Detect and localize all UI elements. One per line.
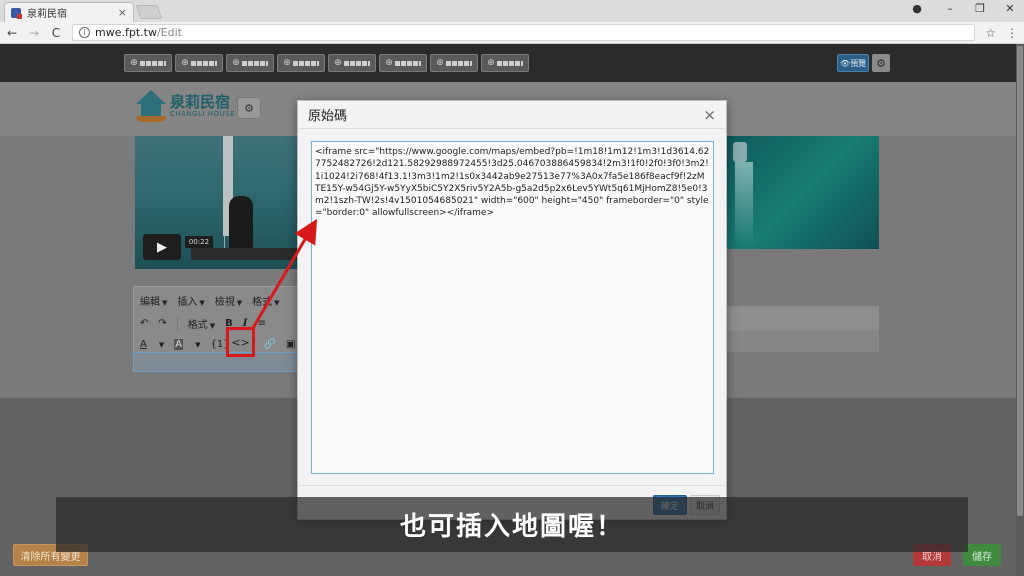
tool-button-label [394, 60, 421, 66]
tool-button-7[interactable]: ⊕ [430, 54, 478, 72]
plus-icon: ⊕ [334, 58, 342, 68]
browser-tab-bar: 泉莉民宿 × ● – ❐ ✕ [0, 0, 1024, 22]
align-icon[interactable]: ≡ [257, 318, 265, 329]
source-code-textarea[interactable]: <iframe src="https://www.google.com/maps… [311, 141, 714, 474]
link-icon[interactable]: 🔗 [264, 339, 276, 350]
logo-name: 泉莉民宿 [170, 93, 231, 111]
url-input[interactable]: i mwe.fpt.tw/Edit [72, 24, 976, 41]
address-bar-row: ← → C i mwe.fpt.tw/Edit ☆ ⋮ [0, 22, 1024, 44]
profile-icon[interactable]: ● [902, 2, 932, 20]
bg-color-button[interactable]: A [174, 339, 184, 350]
tool-button-6[interactable]: ⊕ [379, 54, 427, 72]
close-icon[interactable]: × [703, 106, 716, 124]
editor-content-area[interactable] [133, 352, 299, 372]
redo-icon[interactable]: ↷ [158, 318, 166, 329]
tool-button-1[interactable]: ⊕ [124, 54, 172, 72]
site-logo: 泉莉民宿 CHANGLI HOUSE [136, 90, 235, 122]
plus-icon: ⊕ [436, 58, 444, 68]
dialog-title: 原始碼 [308, 109, 348, 124]
plus-icon: ⊕ [283, 58, 291, 68]
tool-button-label [343, 60, 370, 66]
tool-button-5[interactable]: ⊕ [328, 54, 376, 72]
reload-button[interactable]: C [50, 26, 62, 40]
tool-button-label [139, 60, 166, 66]
tool-button-label [241, 60, 268, 66]
video-player[interactable]: ▶ 00:22 [135, 136, 298, 269]
back-button[interactable]: ← [6, 26, 18, 40]
menu-view[interactable]: 檢視 ▼ [215, 293, 242, 308]
tab-close-icon[interactable]: × [118, 6, 127, 19]
menu-format[interactable]: 格式 ▼ [252, 293, 279, 308]
tool-button-8[interactable]: ⊕ [481, 54, 529, 72]
browser-tab[interactable]: 泉莉民宿 × [4, 2, 134, 22]
maximize-button[interactable]: ❐ [965, 2, 995, 20]
house-logo-icon [136, 90, 166, 122]
tool-button-label [445, 60, 472, 66]
url-host: mwe.fpt.tw [95, 26, 157, 39]
video-time: 00:22 [185, 236, 213, 248]
plus-icon: ⊕ [487, 58, 495, 68]
video-progress-bar[interactable] [191, 248, 298, 260]
plus-icon: ⊕ [232, 58, 240, 68]
minimize-button[interactable]: – [935, 2, 965, 20]
subtitle-caption: 也可插入地圖喔！ [399, 512, 624, 542]
play-button[interactable]: ▶ [143, 234, 181, 260]
preview-button[interactable]: 👁預覽 [837, 54, 869, 72]
logo-subtitle: CHANGLI HOUSE [170, 110, 236, 118]
plus-icon: ⊕ [130, 58, 138, 68]
close-window-button[interactable]: ✕ [995, 2, 1024, 20]
editor-top-bar: ⊕ ⊕ ⊕ ⊕ ⊕ ⊕ ⊕ ⊕ 👁預覽 ⚙ [0, 44, 1024, 82]
logo-settings-button[interactable]: ⚙ [237, 97, 261, 119]
scrollbar-thumb[interactable] [1017, 46, 1023, 516]
menu-edit[interactable]: 編輯 ▼ [140, 293, 167, 308]
url-path: /Edit [156, 26, 182, 39]
image-icon[interactable]: ▣ [286, 339, 295, 350]
favicon-icon [11, 7, 22, 19]
undo-icon[interactable]: ↶ [140, 318, 148, 329]
format-dropdown[interactable]: 格式 ▼ [188, 316, 215, 331]
source-code-button[interactable]: <> [226, 327, 255, 357]
bookmark-star-icon[interactable]: ☆ [985, 26, 996, 40]
forward-button[interactable]: → [28, 26, 40, 40]
tool-button-2[interactable]: ⊕ [175, 54, 223, 72]
plus-icon: ⊕ [181, 58, 189, 68]
tool-button-label [190, 60, 217, 66]
info-icon[interactable]: i [79, 27, 90, 38]
content-block [727, 306, 879, 330]
tool-button-label [292, 60, 319, 66]
tool-button-3[interactable]: ⊕ [226, 54, 274, 72]
editor-tool-buttons: ⊕ ⊕ ⊕ ⊕ ⊕ ⊕ ⊕ ⊕ [124, 54, 529, 72]
browser-menu-icon[interactable]: ⋮ [1006, 26, 1018, 40]
tool-button-label [496, 60, 523, 66]
gear-icon[interactable]: ⚙ [872, 54, 890, 72]
aerial-photo [727, 136, 879, 249]
tool-button-4[interactable]: ⊕ [277, 54, 325, 72]
tab-title: 泉莉民宿 [27, 9, 67, 20]
save-button[interactable]: 儲存 [963, 544, 1001, 566]
font-color-button[interactable]: A [140, 339, 147, 350]
source-code-dialog: 原始碼 × <iframe src="https://www.google.co… [297, 100, 727, 520]
subtitle-band: 也可插入地圖喔！ [56, 497, 968, 552]
menu-insert[interactable]: 插入 ▼ [177, 293, 204, 308]
content-block [727, 330, 879, 352]
dialog-header: 原始碼 × [298, 101, 726, 129]
new-tab-button[interactable] [135, 5, 163, 19]
plus-icon: ⊕ [385, 58, 393, 68]
